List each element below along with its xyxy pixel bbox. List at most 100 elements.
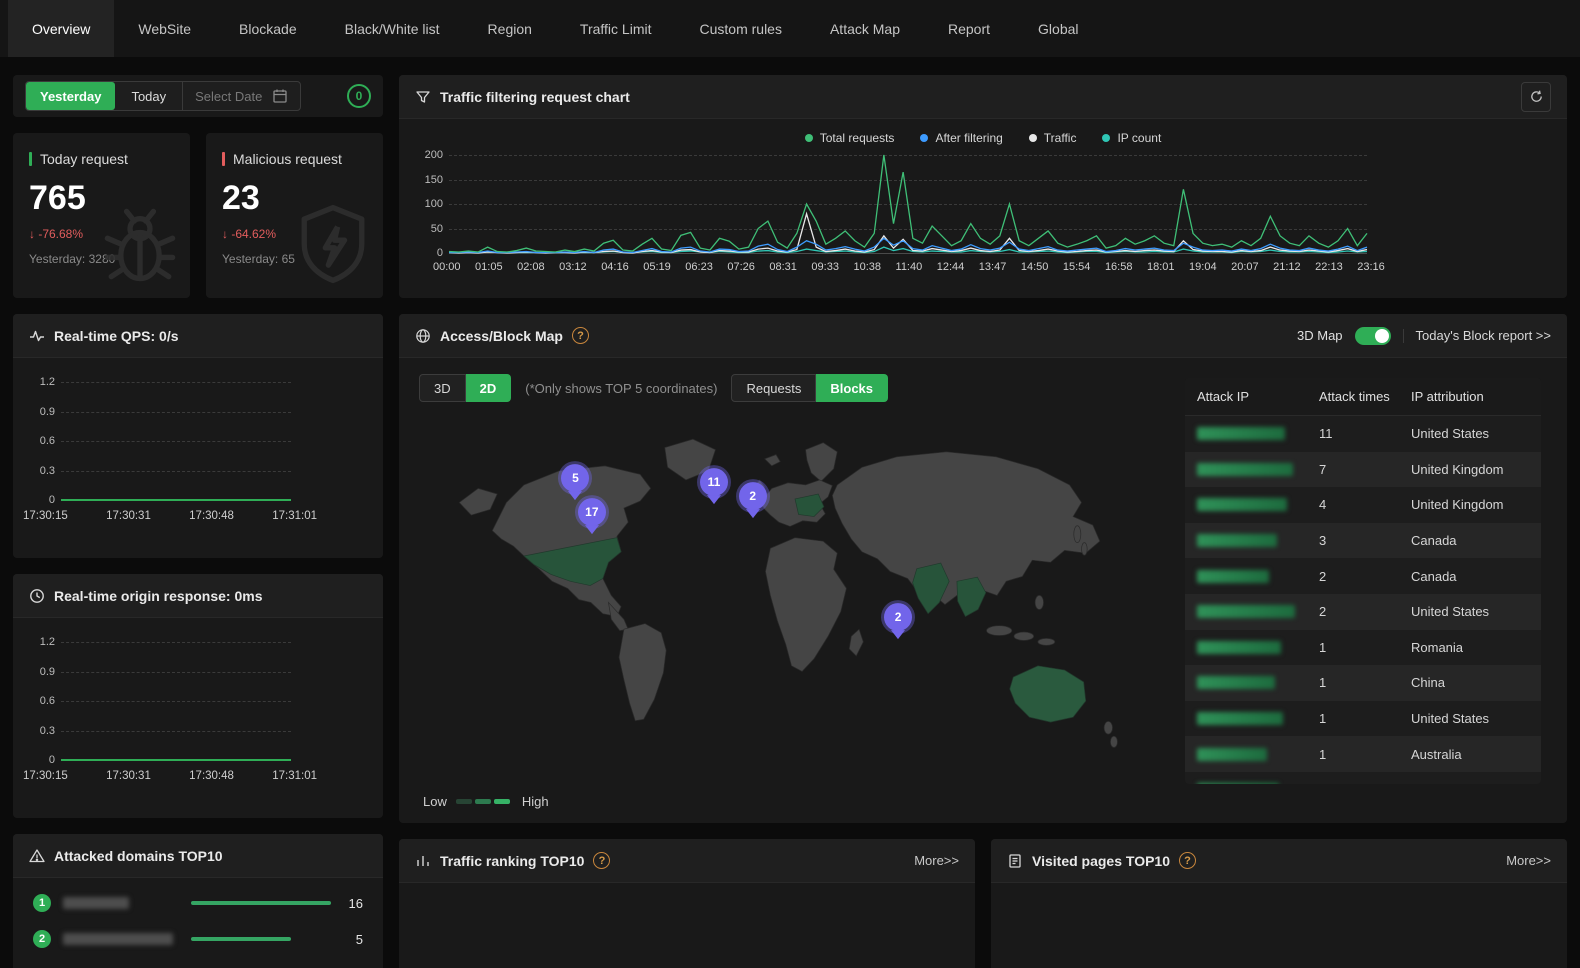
attack-table-row[interactable]: 2Canada <box>1185 558 1541 594</box>
traffic-ranking-help-icon[interactable]: ? <box>593 852 610 869</box>
legend-item[interactable]: Total requests <box>805 131 895 145</box>
tab-region[interactable]: Region <box>464 0 556 57</box>
redacted-ip <box>1197 427 1285 440</box>
world-map[interactable]: 517 11 2 2 <box>419 418 1164 770</box>
tab-blockade[interactable]: Blockade <box>215 0 321 57</box>
requests-blocks-group: Requests Blocks <box>731 374 888 402</box>
requests-button[interactable]: Requests <box>731 374 816 402</box>
yesterday-button[interactable]: Yesterday <box>26 82 115 110</box>
tab-overview[interactable]: Overview <box>8 0 114 57</box>
traffic-ranking-more-link[interactable]: More>> <box>914 853 959 868</box>
attack-table-header-cell: IP attribution <box>1411 389 1541 404</box>
tab-traffic-limit[interactable]: Traffic Limit <box>556 0 676 57</box>
today-request-card: Today request 765 ↓ -76.68% Yesterday: 3… <box>13 133 190 298</box>
x-tick-label: 17:30:31 <box>106 510 151 522</box>
x-tick-label: 21:12 <box>1273 261 1301 273</box>
visited-pages-header: Visited pages TOP10 ? More>> <box>991 839 1567 883</box>
map-dimension-group: 3D 2D <box>419 374 511 402</box>
map-pin[interactable]: 2 <box>884 603 912 641</box>
traffic-ranking-header: Traffic ranking TOP10 ? More>> <box>399 839 975 883</box>
map-header-right: 3D Map Today's Block report >> <box>1297 327 1551 345</box>
attack-times-cell: 2 <box>1319 604 1411 619</box>
divider <box>1403 329 1404 343</box>
attack-times-cell: 1 <box>1319 782 1411 784</box>
attack-table-row[interactable]: 2United States <box>1185 594 1541 630</box>
tab-custom-rules[interactable]: Custom rules <box>676 0 806 57</box>
attack-table-row[interactable]: 1Australia <box>1185 736 1541 772</box>
redacted-ip <box>1197 534 1277 547</box>
tab-black-white-list[interactable]: Black/White list <box>321 0 464 57</box>
qps-plot: 1.20.90.60.30 <box>61 382 291 500</box>
tab-global[interactable]: Global <box>1014 0 1102 57</box>
x-tick-label: 05:19 <box>643 261 671 273</box>
2d-mode-button[interactable]: 2D <box>466 374 512 402</box>
legend-item[interactable]: Traffic <box>1029 131 1077 145</box>
attack-table[interactable]: Attack IPAttack timesIP attribution 11Un… <box>1185 378 1541 784</box>
tab-website[interactable]: WebSite <box>114 0 215 57</box>
traffic-chart-title: Traffic filtering request chart <box>440 89 630 105</box>
globe-icon <box>415 328 431 344</box>
today-request-title: Today request <box>40 151 128 167</box>
map-pin-count: 17 <box>578 498 606 526</box>
visited-pages-more-link[interactable]: More>> <box>1506 853 1551 868</box>
attack-table-row[interactable]: 4United Kingdom <box>1185 487 1541 523</box>
y-tick-label: 0 <box>407 247 443 259</box>
blocks-button[interactable]: Blocks <box>816 374 888 402</box>
select-date-button[interactable]: Select Date <box>182 82 300 110</box>
heat-segments <box>456 799 513 804</box>
heat-segment <box>456 799 472 804</box>
attack-table-row[interactable]: 1United States <box>1185 701 1541 737</box>
map-pin[interactable]: 11 <box>700 469 728 507</box>
x-tick-label: 04:16 <box>601 261 629 273</box>
date-range-segmented-control: Yesterday Today Select Date <box>25 81 301 111</box>
attack-table-row[interactable]: 1China <box>1185 665 1541 701</box>
malicious-request-title-row: Malicious request <box>222 151 367 167</box>
3d-mode-button[interactable]: 3D <box>419 374 466 402</box>
attack-ip-cell <box>1197 427 1319 440</box>
attack-times-cell: 1 <box>1319 747 1411 762</box>
today-button[interactable]: Today <box>115 82 182 110</box>
attack-table-row[interactable]: 1Germany <box>1185 772 1541 784</box>
origin-x-axis: 17:30:1517:30:3117:30:4817:31:01 <box>23 770 317 782</box>
attack-times-cell: 2 <box>1319 569 1411 584</box>
attack-times-cell: 7 <box>1319 462 1411 477</box>
tab-report[interactable]: Report <box>924 0 1014 57</box>
map-pin[interactable]: 2 <box>739 482 767 520</box>
legend-item[interactable]: IP count <box>1102 131 1161 145</box>
x-tick-label: 11:40 <box>896 261 923 273</box>
filter-funnel-icon <box>415 89 431 105</box>
attacked-domains-title: Attacked domains TOP10 <box>54 848 223 864</box>
refresh-button[interactable] <box>1521 82 1551 112</box>
y-tick-label: 0.9 <box>19 666 55 678</box>
attacked-domain-row[interactable]: 25 <box>33 928 363 950</box>
y-tick-label: 0 <box>19 754 55 766</box>
today-request-title-row: Today request <box>29 151 174 167</box>
redacted-ip <box>1197 676 1275 689</box>
chart-series <box>449 155 1367 253</box>
attack-table-row[interactable]: 11United States <box>1185 416 1541 452</box>
3d-map-toggle[interactable] <box>1355 327 1391 345</box>
domain-count: 16 <box>349 896 363 911</box>
shield-flash-icon <box>287 198 379 290</box>
x-tick-label: 17:30:48 <box>189 770 234 782</box>
tab-attack-map[interactable]: Attack Map <box>806 0 924 57</box>
map-help-icon[interactable]: ? <box>572 327 589 344</box>
x-tick-label: 01:05 <box>475 261 503 273</box>
bar-chart-icon <box>415 853 431 869</box>
block-report-link[interactable]: Today's Block report >> <box>1416 328 1551 343</box>
attack-times-cell: 11 <box>1319 426 1411 441</box>
ip-attribution-cell: Canada <box>1411 533 1541 548</box>
legend-item[interactable]: After filtering <box>920 131 1002 145</box>
map-pin[interactable]: 5 <box>561 464 589 502</box>
attacked-domain-row[interactable]: 116 <box>33 892 363 914</box>
visited-pages-help-icon[interactable]: ? <box>1179 852 1196 869</box>
qps-card-header: Real-time QPS: 0/s <box>13 314 383 358</box>
x-tick-label: 17:30:31 <box>106 770 151 782</box>
map-pin[interactable]: 17 <box>578 498 606 536</box>
attack-table-row[interactable]: 1Romania <box>1185 630 1541 666</box>
attack-table-row[interactable]: 7United Kingdom <box>1185 452 1541 488</box>
attack-table-row[interactable]: 3Canada <box>1185 523 1541 559</box>
domain-count: 5 <box>356 932 363 947</box>
notification-count-badge[interactable]: 0 <box>347 84 371 108</box>
heat-legend-low-label: Low <box>423 794 447 809</box>
